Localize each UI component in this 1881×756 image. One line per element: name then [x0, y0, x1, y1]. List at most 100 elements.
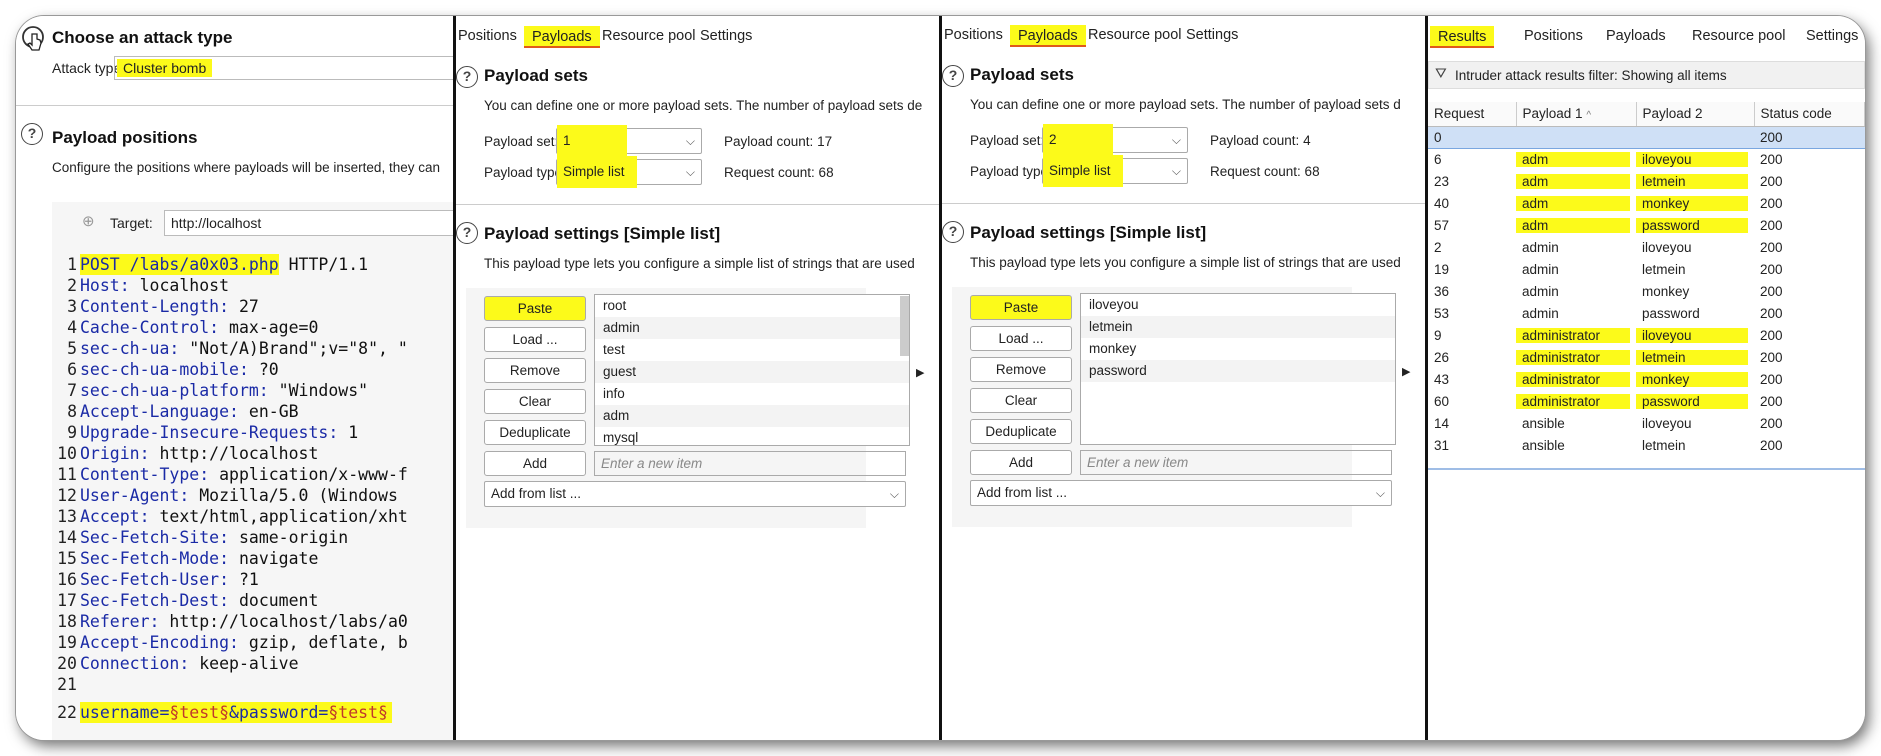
- help-icon[interactable]: ?: [942, 221, 964, 243]
- payload-list[interactable]: iloveyou letmein monkey password: [1080, 293, 1396, 445]
- cell-request: 0: [1428, 125, 1516, 149]
- request-line-1: 1 POST /labs/a0x03.php HTTP/1.1: [54, 254, 408, 275]
- payload-type-select[interactable]: Simple list ⌵: [556, 156, 702, 188]
- paste-button[interactable]: Paste: [484, 296, 586, 321]
- list-item[interactable]: letmein: [1081, 316, 1395, 338]
- tab-settings[interactable]: Settings: [700, 28, 752, 44]
- cell-status-code: 200: [1754, 302, 1865, 324]
- table-row[interactable]: 26 administrator letmein 200: [1428, 346, 1865, 368]
- attack-type-title: Choose an attack type: [52, 28, 233, 47]
- remove-button[interactable]: Remove: [484, 358, 586, 383]
- payload-list[interactable]: root admin test guest info adm mysql: [594, 294, 910, 446]
- list-item[interactable]: test: [595, 339, 909, 361]
- expand-arrow-icon[interactable]: ▶: [1402, 365, 1410, 378]
- tab-settings[interactable]: Settings: [1806, 28, 1858, 44]
- table-row[interactable]: 31 ansible letmein 200: [1428, 434, 1865, 456]
- table-row[interactable]: 23 adm letmein 200: [1428, 170, 1865, 192]
- list-item[interactable]: admin: [595, 317, 909, 339]
- payload-positions-desc: Configure the positions where payloads w…: [52, 160, 440, 175]
- tab-resource-pool[interactable]: Resource pool: [602, 28, 696, 44]
- new-item-input[interactable]: Enter a new item: [1080, 450, 1392, 475]
- cell-payload-1: [1516, 125, 1636, 149]
- paste-button[interactable]: Paste: [970, 295, 1072, 320]
- tab-positions[interactable]: Positions: [458, 28, 517, 44]
- cell-payload-1-text: administrator: [1516, 393, 1630, 409]
- payload-set-select[interactable]: 1 ⌵: [556, 125, 702, 157]
- column-header-status-code[interactable]: Status code: [1754, 102, 1865, 127]
- cell-payload-2: iloveyou: [1636, 324, 1754, 346]
- tab-positions[interactable]: Positions: [1524, 28, 1583, 44]
- list-item[interactable]: root: [595, 295, 909, 317]
- tab-results[interactable]: Results: [1430, 26, 1495, 48]
- cell-request-text: 23: [1434, 173, 1450, 189]
- tab-positions[interactable]: Positions: [944, 27, 1003, 43]
- list-item[interactable]: mysql: [595, 427, 909, 445]
- cell-payload-2: monkey: [1636, 368, 1754, 390]
- remove-button[interactable]: Remove: [970, 357, 1072, 382]
- tab-payloads[interactable]: Payloads: [1606, 28, 1666, 44]
- table-row[interactable]: 2 admin iloveyou 200: [1428, 236, 1865, 258]
- table-row[interactable]: 53 admin password 200: [1428, 302, 1865, 324]
- table-row[interactable]: 9 administrator iloveyou 200: [1428, 324, 1865, 346]
- table-row[interactable]: 43 administrator monkey 200: [1428, 368, 1865, 390]
- column-header-request[interactable]: Request: [1428, 102, 1517, 127]
- list-item[interactable]: adm: [595, 405, 909, 427]
- deduplicate-button[interactable]: Deduplicate: [970, 419, 1072, 444]
- list-item[interactable]: monkey: [1081, 338, 1395, 360]
- tab-payloads[interactable]: Payloads: [524, 26, 600, 48]
- line-number: 22: [57, 703, 77, 722]
- help-icon[interactable]: ?: [456, 66, 478, 88]
- column-header-payload-1[interactable]: Payload 1 ^: [1516, 102, 1637, 127]
- line-number: 17: [57, 591, 77, 610]
- deduplicate-button[interactable]: Deduplicate: [484, 420, 586, 445]
- chevron-down-icon: ⌵: [685, 165, 695, 179]
- list-scrollbar[interactable]: [900, 296, 909, 356]
- add-from-list-select[interactable]: Add from list ... ⌵: [484, 481, 906, 507]
- expand-arrow-icon[interactable]: ▶: [916, 366, 924, 379]
- payload-set-select[interactable]: 2 ⌵: [1042, 124, 1188, 156]
- request-body: username=§test§&password=§test§: [80, 702, 392, 723]
- tab-settings[interactable]: Settings: [1186, 27, 1238, 43]
- results-table[interactable]: Request Payload 1 ^ Payload 2 Status cod…: [1428, 102, 1865, 456]
- table-row[interactable]: 14 ansible iloveyou 200: [1428, 412, 1865, 434]
- clear-button[interactable]: Clear: [484, 389, 586, 414]
- line-number: 12: [57, 486, 77, 505]
- load-button[interactable]: Load ...: [484, 327, 586, 352]
- tab-resource-pool[interactable]: Resource pool: [1692, 28, 1786, 44]
- add-button[interactable]: Add: [484, 451, 586, 476]
- cell-payload-1: ansible: [1516, 412, 1636, 434]
- list-item[interactable]: iloveyou: [1081, 294, 1395, 316]
- table-row[interactable]: 40 adm monkey 200: [1428, 192, 1865, 214]
- cell-status-code-text: 200: [1760, 261, 1783, 277]
- request-code[interactable]: 1 POST /labs/a0x03.php HTTP/1.1 2 Host: lo…: [54, 254, 408, 723]
- payload-marker[interactable]: §test§: [169, 703, 229, 722]
- table-row[interactable]: 36 admin monkey 200: [1428, 280, 1865, 302]
- line-number: 5: [67, 339, 77, 358]
- attack-type-select[interactable]: Cluster bomb: [114, 56, 454, 80]
- table-row[interactable]: 60 administrator password 200: [1428, 390, 1865, 412]
- list-item[interactable]: info: [595, 383, 909, 405]
- table-row[interactable]: 19 admin letmein 200: [1428, 258, 1865, 280]
- list-item[interactable]: password: [1081, 360, 1395, 382]
- add-from-list-select[interactable]: Add from list ... ⌵: [970, 480, 1392, 506]
- column-header-payload-2[interactable]: Payload 2: [1636, 102, 1755, 127]
- load-button[interactable]: Load ...: [970, 326, 1072, 351]
- header-name: Accept-Encoding:: [80, 633, 239, 652]
- table-row[interactable]: 57 adm password 200: [1428, 214, 1865, 236]
- add-button[interactable]: Add: [970, 450, 1072, 475]
- help-icon[interactable]: ?: [456, 222, 478, 244]
- target-input[interactable]: http://localhost: [164, 210, 454, 236]
- payload-marker[interactable]: §test§: [328, 703, 388, 722]
- help-icon[interactable]: ?: [21, 123, 43, 145]
- clear-button[interactable]: Clear: [970, 388, 1072, 413]
- header-value: application/x-www-f: [209, 465, 408, 484]
- table-row[interactable]: 0 200: [1428, 125, 1865, 149]
- tab-resource-pool[interactable]: Resource pool: [1088, 27, 1182, 43]
- help-icon[interactable]: ?: [942, 65, 964, 87]
- results-filter-bar[interactable]: ⛛ Intruder attack results filter: Showin…: [1428, 61, 1865, 89]
- list-item[interactable]: guest: [595, 361, 909, 383]
- payload-type-select[interactable]: Simple list ⌵: [1042, 155, 1188, 187]
- table-row[interactable]: 6 adm iloveyou 200: [1428, 148, 1865, 170]
- new-item-input[interactable]: Enter a new item: [594, 451, 906, 476]
- tab-payloads[interactable]: Payloads: [1010, 25, 1086, 47]
